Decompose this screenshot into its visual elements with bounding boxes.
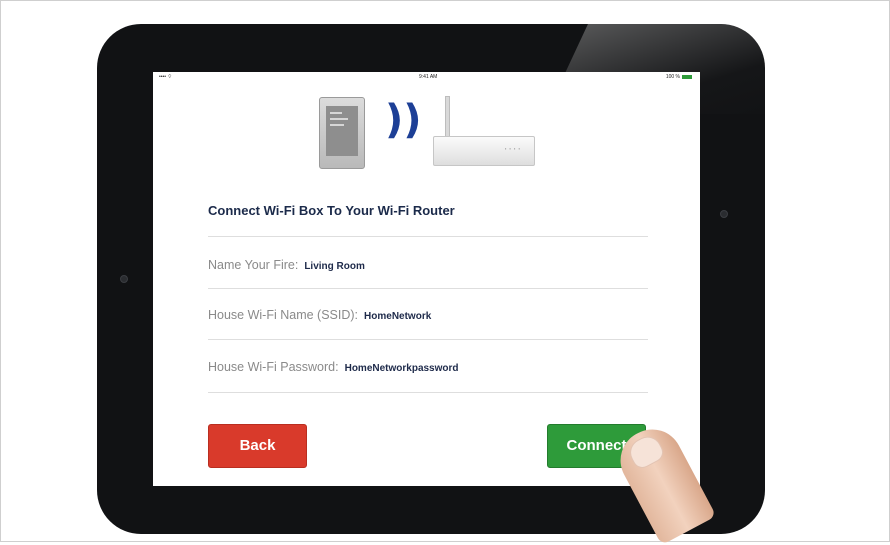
status-bar: •••• ⌔ 9:41 AM 100 % bbox=[153, 72, 700, 82]
finger-nail bbox=[625, 431, 667, 472]
router-antenna bbox=[445, 96, 450, 138]
back-button[interactable]: Back bbox=[208, 424, 307, 468]
password-label: House Wi-Fi Password: bbox=[208, 360, 339, 374]
ssid-label: House Wi-Fi Name (SSID): bbox=[208, 308, 359, 322]
wifi-box-illustration bbox=[319, 97, 365, 169]
password-value[interactable]: HomeNetworkpassword bbox=[345, 363, 459, 374]
carrier-signal: •••• ⌔ bbox=[159, 74, 173, 80]
divider bbox=[208, 392, 648, 393]
ssid-value[interactable]: HomeNetwork bbox=[364, 311, 431, 322]
battery-percent: 100 % bbox=[665, 74, 680, 80]
fire-name-field[interactable]: Name Your Fire: Living Room bbox=[208, 258, 365, 272]
panel-line bbox=[330, 118, 348, 120]
panel-line bbox=[330, 112, 342, 114]
fire-name-value[interactable]: Living Room bbox=[304, 261, 365, 272]
divider bbox=[208, 339, 648, 340]
divider bbox=[208, 236, 648, 237]
router-body bbox=[433, 136, 535, 166]
wifi-signal-icon: )) bbox=[385, 97, 422, 143]
ssid-field[interactable]: House Wi-Fi Name (SSID): HomeNetwork bbox=[208, 308, 431, 322]
router-illustration: ▪ ▪ ▪ ▪ bbox=[433, 96, 535, 166]
front-camera-icon bbox=[720, 210, 728, 218]
fire-name-label: Name Your Fire: bbox=[208, 258, 299, 272]
divider bbox=[208, 288, 648, 289]
home-camera-dot bbox=[120, 275, 128, 283]
battery-indicator: 100 % bbox=[666, 74, 692, 80]
panel-line bbox=[330, 124, 344, 126]
page-title: Connect Wi-Fi Box To Your Wi-Fi Router bbox=[208, 203, 455, 218]
status-time: 9:41 AM bbox=[419, 74, 438, 80]
battery-icon bbox=[682, 74, 692, 79]
router-leds: ▪ ▪ ▪ ▪ bbox=[504, 146, 521, 151]
app-screen: •••• ⌔ 9:41 AM 100 % )) ▪ ▪ ▪ ▪ Connect … bbox=[153, 72, 700, 486]
password-field[interactable]: House Wi-Fi Password: HomeNetworkpassword bbox=[208, 360, 459, 374]
